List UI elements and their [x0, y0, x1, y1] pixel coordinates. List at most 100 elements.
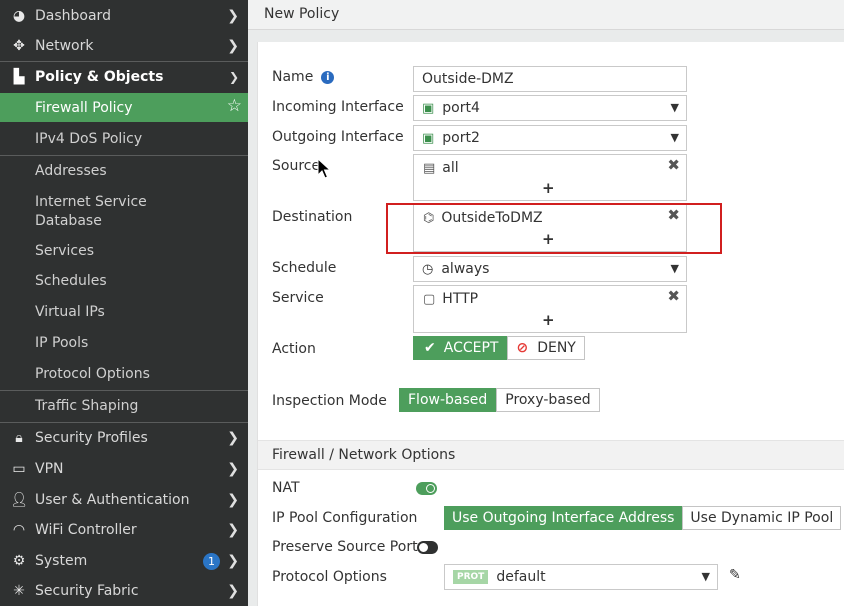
sidebar-item-internet-service-database[interactable]: Internet Service Database [0, 193, 248, 231]
sidebar-item-user-authentication[interactable]: 👤︎ User & Authentication ❯ [0, 490, 248, 510]
sidebar-item-security-profiles[interactable]: 🔒︎ Security Profiles ❯ [0, 428, 248, 448]
sidebar-item-label: Database [35, 213, 102, 229]
add-icon[interactable]: + [542, 179, 555, 197]
sidebar-item-label: Traffic Shaping [35, 398, 139, 414]
add-icon[interactable]: + [542, 311, 555, 329]
inspection-mode-toggle: Flow-based Proxy-based [399, 388, 600, 412]
incoming-interface-select[interactable]: ▣ port4 ▼ [413, 95, 687, 121]
source-value: all [442, 160, 459, 176]
incoming-interface-label: Incoming Interface [272, 99, 404, 115]
source-field[interactable]: ▤ all ✖ + [413, 154, 687, 201]
sidebar-item-label: IPv4 DoS Policy [35, 131, 143, 147]
deny-label: DENY [537, 340, 576, 356]
caret-down-icon: ▼ [701, 570, 710, 583]
name-label: Name i [272, 69, 335, 85]
deny-button[interactable]: ⊘ DENY [507, 336, 585, 360]
flow-based-button[interactable]: Flow-based [399, 388, 497, 412]
section-title: Firewall / Network Options [272, 447, 456, 463]
protocol-options-select[interactable]: PROT default ▼ [444, 564, 718, 590]
outgoing-interface-select[interactable]: ▣ port2 ▼ [413, 125, 687, 151]
outgoing-interface-label: Outgoing Interface [272, 129, 404, 145]
sidebar-item-addresses[interactable]: Addresses [0, 163, 248, 179]
sidebar-item-wifi-controller[interactable]: ◠ WiFi Controller ❯ [0, 520, 248, 540]
inspection-mode-label: Inspection Mode [272, 393, 387, 409]
lock-icon: 🔒︎ [15, 430, 23, 446]
schedule-label: Schedule [272, 260, 337, 276]
schedule-select[interactable]: ◷ always ▼ [413, 256, 687, 282]
chevron-right-icon: ❯ [227, 492, 239, 508]
sidebar-item-label: Services [35, 243, 95, 259]
sidebar-divider [0, 422, 248, 423]
caret-down-icon: ▼ [670, 262, 679, 275]
sidebar: ◕ Dashboard ❯ ✥ Network ❯ ▙ Policy & Obj… [0, 0, 248, 606]
destination-label: Destination [272, 209, 353, 225]
sidebar-item-virtual-ips[interactable]: Virtual IPs [0, 304, 248, 320]
sidebar-item-label: Network [35, 38, 94, 54]
name-input[interactable]: Outside-DMZ [413, 66, 687, 92]
action-toggle: ✔ ACCEPT ⊘ DENY [413, 336, 585, 360]
user-icon: 👤︎ [10, 492, 28, 508]
mouse-cursor-icon [317, 158, 331, 179]
sidebar-item-schedules[interactable]: Schedules [0, 273, 248, 289]
sidebar-item-label: Security Fabric [35, 583, 139, 599]
sidebar-item-traffic-shaping[interactable]: Traffic Shaping [0, 398, 248, 414]
laptop-icon: ▭ [12, 461, 26, 477]
policy-icon: ▙ [13, 69, 25, 85]
edit-icon[interactable]: ✎ [729, 567, 741, 583]
sidebar-item-network[interactable]: ✥ Network ❯ [0, 36, 248, 56]
sidebar-item-label: User & Authentication [35, 492, 190, 508]
gear-icon: ⚙ [12, 553, 26, 569]
sidebar-item-label: Schedules [35, 273, 107, 289]
sidebar-item-services[interactable]: Services [0, 243, 248, 259]
sidebar-item-security-fabric[interactable]: ✳ Security Fabric ❯ [0, 581, 248, 601]
chevron-right-icon: ❯ [227, 553, 239, 569]
sidebar-divider [0, 390, 248, 391]
sidebar-item-policy-objects[interactable]: ▙ Policy & Objects ❯ [0, 67, 248, 87]
chevron-right-icon: ❯ [227, 522, 239, 538]
sidebar-item-label: Firewall Policy [35, 99, 133, 116]
sidebar-divider [0, 155, 248, 156]
network-icon: ✥ [13, 38, 25, 54]
port-icon: ▣ [422, 100, 435, 116]
sidebar-item-firewall-policy[interactable]: Firewall Policy ☆ [0, 93, 248, 122]
sidebar-item-label: Internet Service [35, 194, 147, 210]
wifi-icon: ◠ [12, 522, 26, 538]
star-icon[interactable]: ☆ [227, 96, 242, 116]
use-outgoing-interface-button[interactable]: Use Outgoing Interface Address [444, 506, 683, 530]
protocol-options-value: default [496, 569, 546, 585]
name-label-text: Name [272, 69, 314, 85]
sidebar-item-system[interactable]: ⚙ System 1 ❯ [0, 551, 248, 571]
sidebar-item-label: System [35, 553, 88, 569]
sidebar-item-dashboard[interactable]: ◕ Dashboard ❯ [0, 6, 248, 26]
remove-icon[interactable]: ✖ [667, 287, 680, 305]
sidebar-item-label: Virtual IPs [35, 304, 105, 320]
check-icon: ✔ [424, 340, 436, 356]
ip-pool-config-label: IP Pool Configuration [272, 510, 418, 526]
toggle-knob [426, 484, 435, 493]
name-input-value: Outside-DMZ [422, 71, 514, 87]
preserve-source-port-toggle[interactable] [417, 541, 438, 554]
caret-down-icon: ▼ [670, 101, 679, 114]
sidebar-item-ipv4-dos-policy[interactable]: IPv4 DoS Policy [0, 131, 248, 147]
highlight-box [386, 203, 722, 254]
page-header: New Policy [248, 0, 844, 30]
service-entry: ▢ HTTP [414, 289, 686, 309]
main-area: New Policy Name i Outside-DMZ Incoming In… [248, 0, 844, 606]
service-label: Service [272, 290, 324, 306]
nat-toggle[interactable] [416, 482, 437, 495]
sidebar-item-ip-pools[interactable]: IP Pools [0, 335, 248, 351]
caret-down-icon: ▼ [670, 131, 679, 144]
action-label: Action [272, 341, 316, 357]
proxy-based-button[interactable]: Proxy-based [496, 388, 600, 412]
nat-label: NAT [272, 480, 300, 496]
sidebar-item-vpn[interactable]: ▭ VPN ❯ [0, 459, 248, 479]
accept-button[interactable]: ✔ ACCEPT [413, 336, 508, 360]
remove-icon[interactable]: ✖ [667, 156, 680, 174]
sidebar-item-protocol-options[interactable]: Protocol Options [0, 366, 248, 382]
sidebar-item-label: Addresses [35, 163, 107, 179]
sidebar-item-label: Security Profiles [35, 430, 148, 446]
sidebar-item-label: VPN [35, 461, 64, 477]
info-icon[interactable]: i [321, 71, 335, 84]
use-dynamic-ip-pool-button[interactable]: Use Dynamic IP Pool [682, 506, 842, 530]
service-field[interactable]: ▢ HTTP ✖ + [413, 285, 687, 333]
